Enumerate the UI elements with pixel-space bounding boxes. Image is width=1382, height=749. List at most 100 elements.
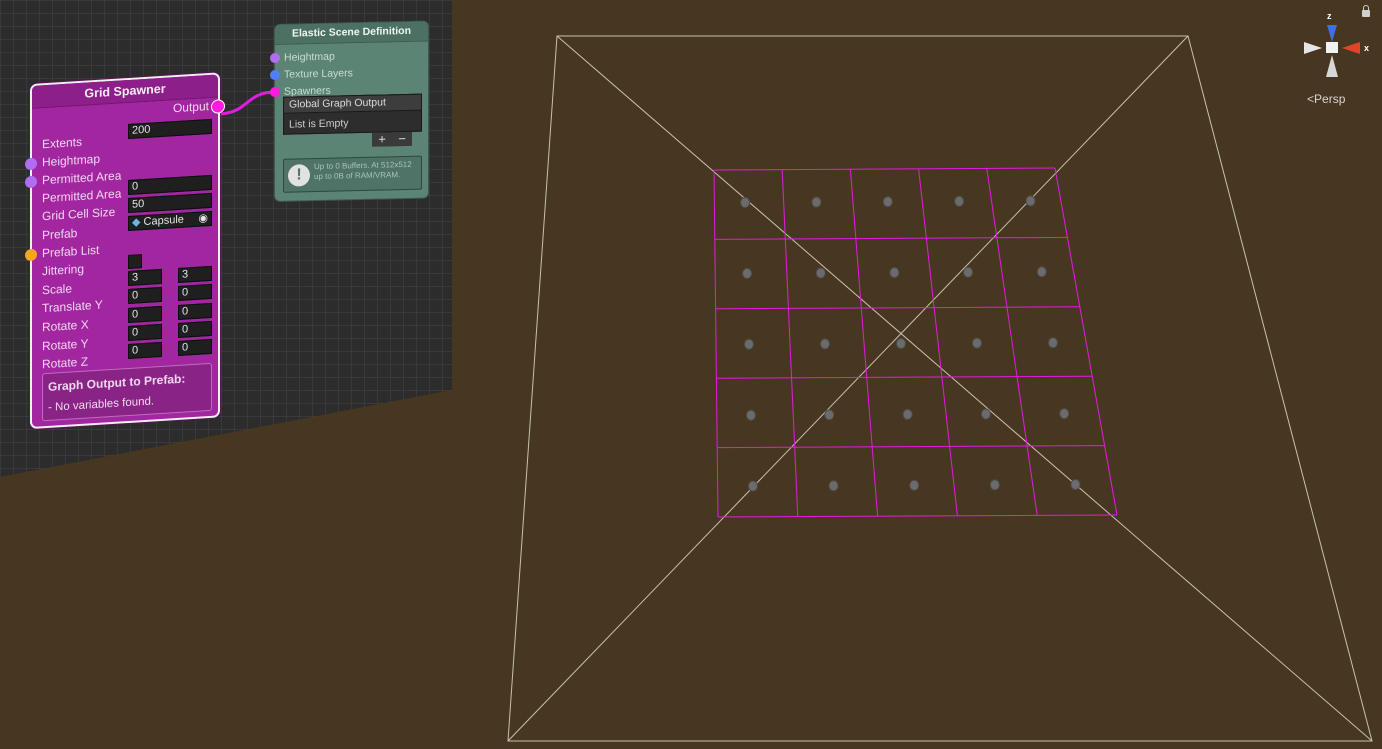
spawned-capsule[interactable] bbox=[820, 338, 830, 350]
scale-max-field[interactable]: 3 bbox=[178, 265, 212, 283]
texture-layers-label: Texture Layers bbox=[284, 67, 353, 81]
grid-line-horizontal bbox=[716, 375, 1093, 379]
permitted-area-port[interactable] bbox=[25, 175, 37, 189]
gizmo-z-label: z bbox=[1327, 11, 1332, 21]
list-header: Global Graph Output bbox=[283, 93, 422, 114]
grid-line-horizontal bbox=[715, 306, 1080, 310]
scale-min-field[interactable]: 3 bbox=[128, 268, 162, 287]
gizmo-center-cube[interactable] bbox=[1326, 42, 1338, 53]
lock-icon[interactable] bbox=[1362, 5, 1370, 17]
warning-icon: ! bbox=[288, 164, 310, 187]
spawned-capsule[interactable] bbox=[896, 338, 906, 349]
buffer-warning-box: ! Up to 0 Buffers. At 512x512 up to 0B o… bbox=[283, 155, 422, 193]
projection-label: Persp bbox=[1314, 92, 1346, 106]
graph-output-box: Graph Output to Prefab: - No variables f… bbox=[42, 362, 212, 422]
grid-line-vertical bbox=[918, 168, 958, 516]
spawned-capsule[interactable] bbox=[972, 337, 982, 349]
grid-line-vertical bbox=[849, 169, 879, 517]
spawned-capsule[interactable] bbox=[954, 195, 965, 207]
permitted-area-label: Permitted Area bbox=[42, 168, 122, 188]
spawned-capsule[interactable] bbox=[815, 267, 826, 279]
rotate-y-max-field[interactable]: 0 bbox=[178, 320, 212, 338]
graph-output-text: - No variables found. bbox=[48, 395, 155, 414]
scale-label: Scale bbox=[42, 281, 73, 298]
object-picker-icon[interactable]: ◉ bbox=[198, 212, 208, 226]
heightmap-port[interactable] bbox=[25, 157, 37, 171]
rotate-z-max-field[interactable]: 0 bbox=[178, 338, 212, 356]
spawned-capsule[interactable] bbox=[1036, 266, 1047, 278]
prefab-list-label: Prefab List bbox=[42, 242, 100, 261]
add-item-button[interactable]: + bbox=[372, 131, 392, 147]
grid-line-vertical bbox=[781, 169, 799, 517]
spawned-capsule[interactable] bbox=[989, 479, 1000, 491]
permitted-area-field[interactable]: 0 bbox=[128, 174, 212, 196]
spawned-capsule[interactable] bbox=[811, 196, 822, 208]
spawned-capsule[interactable] bbox=[747, 480, 758, 492]
translate-y-label: Translate Y bbox=[42, 297, 103, 316]
orientation-gizmo[interactable] bbox=[1304, 25, 1360, 77]
spawned-capsule[interactable] bbox=[909, 479, 920, 491]
spawned-capsule[interactable] bbox=[902, 408, 913, 420]
spawned-capsule[interactable] bbox=[744, 338, 754, 350]
texture-layers-port[interactable] bbox=[270, 69, 280, 81]
spawned-capsule[interactable] bbox=[1059, 408, 1070, 420]
rotate-y-min-field[interactable]: 0 bbox=[128, 323, 162, 342]
graph-output-heading: Graph Output to Prefab: bbox=[48, 371, 186, 394]
remove-item-button[interactable]: − bbox=[392, 131, 412, 147]
spawned-capsule[interactable] bbox=[1070, 479, 1081, 490]
grid-line-horizontal bbox=[717, 514, 1118, 518]
spawned-capsule[interactable] bbox=[740, 197, 751, 208]
grid-spawner-node[interactable]: Grid Spawner Output Extents 200 Heightma… bbox=[25, 72, 225, 430]
terrain-bounds bbox=[507, 35, 1373, 742]
output-port-label: Output bbox=[172, 99, 209, 116]
node-title: Elastic Scene Definition bbox=[275, 21, 428, 45]
permitted-area-value-label: Permitted Area bbox=[42, 186, 122, 206]
gizmo-neg-x-axis[interactable] bbox=[1304, 42, 1322, 54]
list-empty-text: List is Empty bbox=[289, 117, 349, 131]
spawned-capsule[interactable] bbox=[889, 267, 900, 279]
heightmap-port[interactable] bbox=[270, 52, 280, 64]
spawned-capsule[interactable] bbox=[1048, 337, 1058, 349]
spawned-capsule[interactable] bbox=[963, 266, 974, 278]
rotate-x-min-field[interactable]: 0 bbox=[128, 305, 162, 324]
spawned-capsule[interactable] bbox=[828, 480, 839, 492]
chevron-left-icon: < bbox=[1307, 92, 1315, 106]
translate-y-min-field[interactable]: 0 bbox=[128, 286, 162, 305]
gizmo-z-axis[interactable] bbox=[1327, 25, 1337, 42]
prefab-label: Prefab bbox=[42, 226, 78, 243]
elastic-scene-definition-node[interactable]: Elastic Scene Definition Heightmap Textu… bbox=[270, 20, 429, 202]
grid-line-horizontal bbox=[714, 236, 1068, 240]
spawned-capsule[interactable] bbox=[882, 196, 893, 208]
spawned-capsule[interactable] bbox=[980, 408, 991, 420]
rotate-z-min-field[interactable]: 0 bbox=[128, 341, 162, 360]
projection-toggle[interactable]: <Persp bbox=[1307, 92, 1345, 106]
extents-label: Extents bbox=[42, 134, 83, 152]
heightmap-label: Heightmap bbox=[42, 151, 101, 170]
extents-field[interactable]: 200 bbox=[128, 118, 212, 140]
translate-y-max-field[interactable]: 0 bbox=[178, 283, 212, 301]
rotate-y-label: Rotate Y bbox=[42, 336, 89, 354]
jittering-checkbox[interactable] bbox=[128, 254, 142, 270]
spawned-capsule[interactable] bbox=[745, 409, 756, 421]
rotate-x-label: Rotate X bbox=[42, 317, 89, 335]
prefab-object-field[interactable]: ◆ Capsule ◉ bbox=[128, 210, 212, 232]
prefab-list-port[interactable] bbox=[25, 248, 37, 262]
heightmap-label: Heightmap bbox=[284, 50, 335, 64]
jittering-label: Jittering bbox=[42, 261, 85, 279]
gizmo-x-axis[interactable] bbox=[1342, 42, 1360, 54]
gizmo-neg-y-axis[interactable] bbox=[1326, 55, 1338, 77]
grid-line-vertical bbox=[986, 168, 1038, 516]
rotate-x-max-field[interactable]: 0 bbox=[178, 302, 212, 320]
grid-line-vertical bbox=[713, 169, 719, 518]
prefab-value: Capsule bbox=[143, 213, 184, 229]
spawned-capsule[interactable] bbox=[824, 409, 835, 421]
grid-line-vertical bbox=[1054, 167, 1118, 516]
spawned-capsule[interactable] bbox=[1025, 195, 1036, 207]
spawners-port[interactable] bbox=[270, 86, 280, 98]
warning-text: Up to 0 Buffers. At 512x512 up to 0B of … bbox=[314, 159, 412, 182]
grid-cell-size-field[interactable]: 50 bbox=[128, 192, 212, 214]
grid-line-horizontal bbox=[713, 167, 1056, 171]
rotate-z-label: Rotate Z bbox=[42, 354, 89, 372]
spawned-capsule[interactable] bbox=[742, 267, 753, 279]
gizmo-x-label: x bbox=[1364, 43, 1370, 53]
